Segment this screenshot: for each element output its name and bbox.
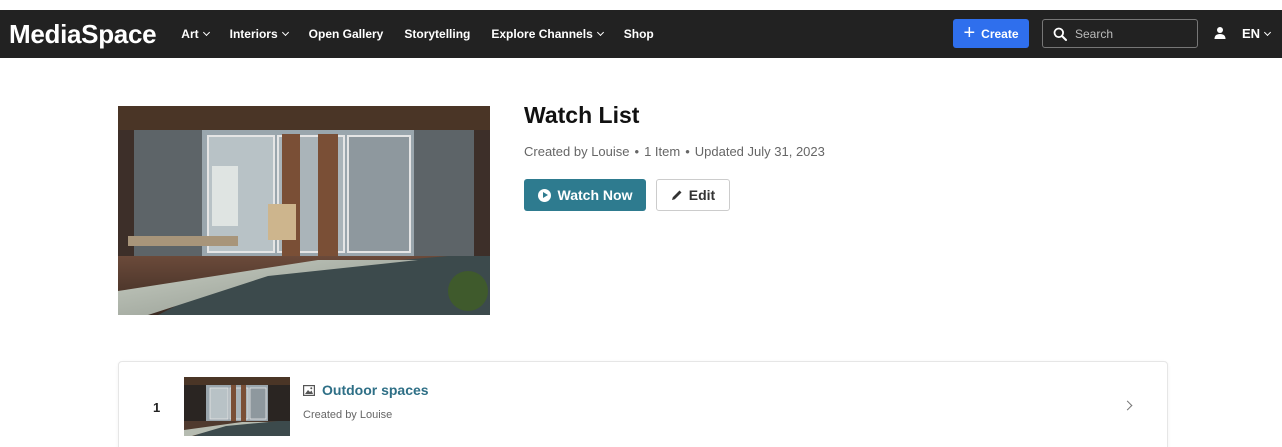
nav-item-open-gallery[interactable]: Open Gallery [309,27,384,41]
edit-button[interactable]: Edit [656,179,730,211]
nav-item-label: Explore Channels [491,27,593,41]
search-box[interactable] [1042,19,1198,48]
list-item[interactable]: 1 Outdoor spaces Created by Louise [118,361,1168,447]
playlist-meta: Created by Louise • 1 Item • Updated July 31… [524,144,825,159]
watch-now-button[interactable]: Watch Now [524,179,646,211]
user-icon [1214,27,1226,39]
nav-item-explore-channels[interactable]: Explore Channels [491,27,604,41]
chevron-down-icon [281,28,289,37]
chevron-right-icon[interactable] [1122,400,1133,411]
nav-item-interiors[interactable]: Interiors [229,27,289,41]
entry-thumbnail[interactable] [184,377,290,436]
nav-item-label: Storytelling [404,27,471,41]
nav-item-storytelling[interactable]: Storytelling [404,27,470,41]
top-navigation-bar: MediaSpace Art Interiors Open Gallery St… [0,10,1282,58]
search-icon [1053,27,1067,41]
nav-item-label: Shop [623,27,654,41]
nav-item-shop[interactable]: Shop [624,27,654,41]
brand-logo[interactable]: MediaSpace [9,19,157,50]
playlist-thumbnail[interactable] [118,106,490,315]
language-selector[interactable]: EN [1242,26,1272,41]
separator-dot: • [634,144,640,159]
watch-now-label: Watch Now [557,187,633,203]
entry-title-label: Outdoor spaces [322,382,429,398]
user-menu[interactable] [1213,26,1227,45]
play-icon [537,188,551,202]
language-label: EN [1242,26,1261,41]
pencil-icon [671,190,682,200]
create-button-label: Create [981,26,1019,41]
edit-label: Edit [688,187,716,203]
chevron-down-icon [1264,28,1272,36]
search-input[interactable] [1075,26,1185,41]
nav-item-label: Art [181,27,199,41]
page-title: Watch List [524,102,640,128]
plus-icon: + [963,21,976,44]
entry-subtitle: Created by Louise [303,409,393,421]
created-by: Created by Louise [524,144,630,159]
separator-dot: • [685,144,690,159]
item-count: 1 Item [644,144,681,159]
nav-item-label: Interiors [229,27,278,41]
image-icon [303,384,315,396]
nav-item-label: Open Gallery [308,27,384,41]
create-button[interactable]: + Create [953,19,1029,48]
entry-title[interactable]: Outdoor spaces [303,382,429,398]
nav-item-art[interactable]: Art [181,27,210,41]
main-nav: Art Interiors Open Gallery Storytelling … [181,27,674,41]
chevron-down-icon [596,28,604,37]
updated-date: Updated July 31, 2023 [694,144,825,159]
entry-index: 1 [153,400,161,415]
chevron-down-icon [202,28,210,37]
